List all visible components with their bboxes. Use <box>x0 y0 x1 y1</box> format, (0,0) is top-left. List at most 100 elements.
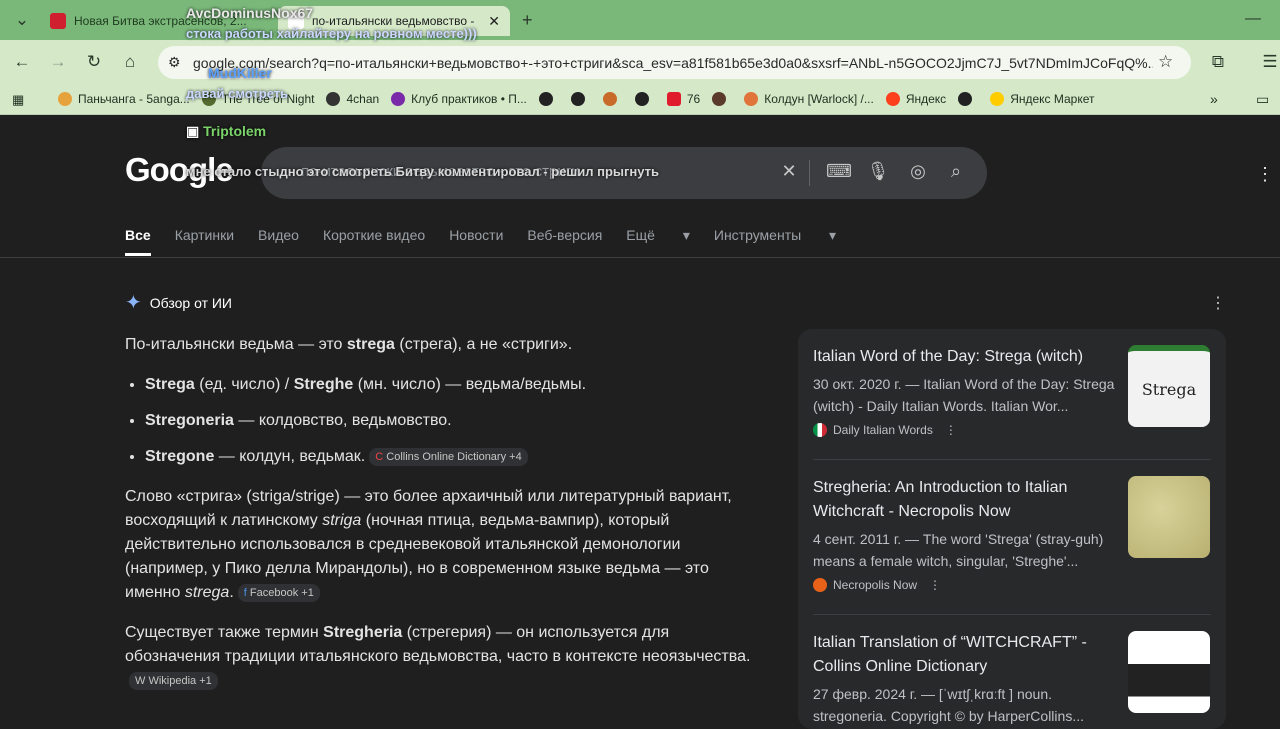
chat-message: мне стало стыдно это смотреть Битву комм… <box>186 164 660 179</box>
tab-news[interactable]: Новости <box>449 227 503 256</box>
results-panel: Italian Word of the Day: Strega (witch) … <box>798 329 1226 729</box>
site-info-icon[interactable]: ⚙ <box>168 54 181 71</box>
globe-icon <box>570 92 585 106</box>
tab-favicon-icon <box>50 13 66 29</box>
search-icon[interactable]: ⌕ <box>944 161 968 185</box>
bookmark-item[interactable]: Яндекс Маркет <box>990 92 1095 106</box>
tab-tools[interactable]: Инструменты ▾ <box>714 227 836 256</box>
bookmark-icon <box>712 92 727 106</box>
result-snippet: 4 сент. 2011 г. — The word 'Strega' (str… <box>813 531 1104 569</box>
back-icon[interactable]: ← <box>4 44 40 80</box>
bookmark-item[interactable] <box>538 92 559 106</box>
collins-icon: C <box>375 450 384 463</box>
google-apps-icon[interactable]: ⋮⋮ <box>1256 164 1280 185</box>
result-source: Necropolis Now ⋮ <box>813 578 1213 592</box>
ai-bullet: Stregone — колдун, ведьмак.C Collins Onl… <box>145 445 765 469</box>
close-tab-icon[interactable]: ✕ <box>480 13 500 30</box>
forward-icon[interactable]: → <box>40 44 76 80</box>
extensions-icon[interactable]: ⧉ <box>1200 44 1236 80</box>
yandex-icon <box>885 92 900 106</box>
result-title[interactable]: Stregheria: An Introduction to Italian W… <box>813 476 1119 524</box>
bookmark-item[interactable] <box>634 92 655 106</box>
browser-toolbar: ← → ↻ ⌂ ⚙ google.com/search?q=по-итальян… <box>0 40 1280 85</box>
globe-icon <box>538 92 553 106</box>
microphone-icon[interactable]: 🎙 <box>866 161 890 185</box>
tab-short-video[interactable]: Короткие видео <box>323 227 425 256</box>
divider <box>809 160 810 186</box>
twitch-icon: ▣ <box>186 123 200 139</box>
address-bar[interactable]: ⚙ google.com/search?q=по-итальянски+ведь… <box>158 46 1191 79</box>
ai-bullet-list: Strega (ед. число) / Streghe (мн. число)… <box>125 373 765 469</box>
result-card[interactable]: Italian Word of the Day: Strega (witch) … <box>813 345 1213 437</box>
tab-more[interactable]: Ещё ▾ <box>626 227 690 256</box>
url-text: google.com/search?q=по-итальянски+ведьмо… <box>193 54 1153 71</box>
source-pill[interactable]: f Facebook +1 <box>237 583 320 602</box>
bookmark-item[interactable] <box>570 92 591 106</box>
result-snippet: 27 февр. 2024 г. — [ˈwɪtʃˌkrɑːft ] noun.… <box>813 686 1084 724</box>
chat-message: давай смотреть <box>186 86 289 101</box>
bookmark-item[interactable] <box>602 92 623 106</box>
bookmark-icon <box>391 92 406 106</box>
menu-icon[interactable]: ☰ <box>1252 44 1280 80</box>
source-pill[interactable]: W Wikipedia +1 <box>129 671 218 690</box>
bookmark-icon <box>58 92 72 106</box>
source-pill[interactable]: C Collins Online Dictionary +4 <box>369 447 528 466</box>
bookmark-item[interactable]: 4chan <box>326 92 379 106</box>
separator <box>813 459 1211 460</box>
more-icon[interactable]: ⋮ <box>945 423 957 437</box>
bookmark-icon <box>602 92 617 106</box>
tab-all[interactable]: Все <box>125 227 151 256</box>
bookmark-item[interactable]: Клуб практиков • П... <box>391 92 527 106</box>
tab-web[interactable]: Веб-версия <box>527 227 602 256</box>
bookmark-item[interactable] <box>712 92 732 106</box>
result-card[interactable]: Italian Translation of “WITCHCRAFT” - Co… <box>813 631 1213 727</box>
more-bookmarks-icon[interactable]: » <box>1210 91 1218 107</box>
italy-flag-icon <box>813 423 827 437</box>
new-tab-button[interactable]: + <box>522 10 533 31</box>
youtube-icon <box>666 92 681 106</box>
result-thumbnail[interactable] <box>1128 476 1210 558</box>
separator <box>813 614 1211 615</box>
more-icon[interactable]: ⋮ <box>929 578 941 592</box>
chat-user: AvcDominusNox67 <box>186 5 314 21</box>
necropolis-icon <box>813 578 827 592</box>
ai-overview-title: Обзор от ИИ <box>149 295 232 311</box>
minimize-icon[interactable]: — <box>1245 10 1261 28</box>
ai-paragraph: Слово «стрига» (striga/strige) — это бол… <box>125 488 732 602</box>
tab-search-icon[interactable]: ⌄ <box>4 2 40 38</box>
search-tabs: Все Картинки Видео Короткие видео Новост… <box>125 227 860 256</box>
folder-icon[interactable]: ▭ <box>1256 91 1269 108</box>
bookmark-item[interactable]: Колдун [Warlock] /... <box>744 92 874 106</box>
tab-video[interactable]: Видео <box>258 227 299 256</box>
reload-icon[interactable]: ↻ <box>76 44 112 80</box>
bookmark-item[interactable]: Паньчанга - 5anga... <box>58 92 190 106</box>
result-snippet: 30 окт. 2020 г. — Italian Word of the Da… <box>813 376 1115 414</box>
yandex-market-icon <box>990 92 1005 106</box>
bookmark-icon <box>744 92 759 106</box>
tab-images[interactable]: Картинки <box>175 227 234 256</box>
result-thumbnail[interactable] <box>1128 631 1210 713</box>
more-options-icon[interactable]: ⋮ <box>1210 293 1226 313</box>
result-title[interactable]: Italian Word of the Day: Strega (witch) <box>813 345 1119 369</box>
chat-user: MudKiller <box>208 65 272 81</box>
bookmark-icon <box>326 92 341 106</box>
apps-icon[interactable]: ▦ <box>12 92 24 108</box>
sparkle-icon: ✦ <box>125 292 142 314</box>
keyboard-icon[interactable]: ⌨ <box>826 161 852 185</box>
lens-icon[interactable]: ◎ <box>906 161 930 185</box>
ai-overview: ✦ Обзор от ИИ По-итальянски ведьма — это… <box>125 291 765 693</box>
chat-message: стока работы хайлайтеру на ровном месте)… <box>186 26 477 41</box>
globe-icon <box>958 92 973 106</box>
chat-user: ▣ Triptolem <box>186 123 267 139</box>
bookmark-star-icon[interactable]: ☆ <box>1158 52 1173 72</box>
clear-icon[interactable]: ✕ <box>777 161 801 185</box>
result-title[interactable]: Italian Translation of “WITCHCRAFT” - Co… <box>813 631 1119 679</box>
bookmark-item[interactable]: 76 <box>666 92 700 106</box>
ai-overview-header: ✦ Обзор от ИИ <box>125 291 765 315</box>
result-thumbnail[interactable]: Strega <box>1128 345 1210 427</box>
bookmark-item[interactable] <box>958 92 978 106</box>
bookmark-item[interactable]: Яндекс <box>885 92 946 106</box>
facebook-icon: f <box>243 586 247 599</box>
result-card[interactable]: Stregheria: An Introduction to Italian W… <box>813 476 1213 592</box>
home-icon[interactable]: ⌂ <box>112 44 148 80</box>
